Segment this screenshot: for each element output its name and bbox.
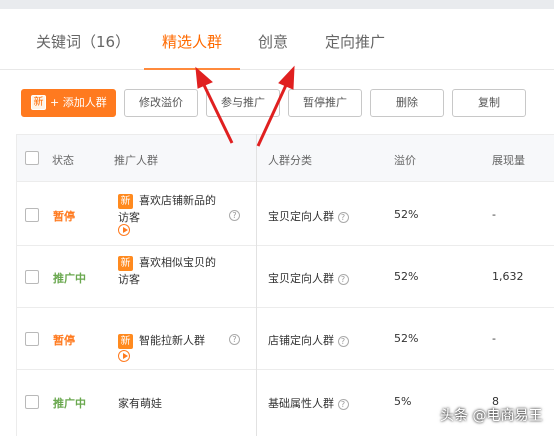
header-premium[interactable]: 溢价	[394, 152, 416, 168]
crowd-name[interactable]: 新喜欢店铺新品的	[118, 192, 216, 209]
premium-value[interactable]: 52%	[394, 208, 418, 221]
crowd-name[interactable]: 家有萌娃	[118, 395, 162, 411]
tab-creative[interactable]: 创意	[258, 31, 288, 52]
add-crowd-button[interactable]: 新 + 添加人群	[21, 89, 116, 117]
copy-button[interactable]: 复制	[452, 89, 526, 117]
help-icon[interactable]: ?	[229, 334, 240, 345]
crowd-name-line2: 访客	[118, 273, 140, 286]
crowd-name-line2: 访客	[118, 211, 140, 224]
crowd-name[interactable]: 新喜欢相似宝贝的	[118, 254, 216, 271]
header-crowd: 推广人群	[114, 154, 158, 167]
crowd-name[interactable]: 新智能拉新人群	[118, 332, 205, 349]
row-checkbox[interactable]	[25, 395, 39, 409]
help-icon[interactable]: ?	[337, 211, 349, 223]
crowd-category: 宝贝定向人群 ?	[268, 208, 349, 224]
premium-value[interactable]: 52%	[394, 270, 418, 283]
select-all-checkbox[interactable]	[25, 151, 39, 165]
row-checkbox[interactable]	[25, 332, 39, 346]
add-crowd-label: + 添加人群	[50, 96, 107, 109]
header-impressions[interactable]: 展现量	[492, 152, 525, 168]
new-tag: 新	[31, 94, 46, 110]
impressions-value: 1,632	[492, 270, 524, 283]
impressions-value: -	[492, 332, 496, 345]
join-promotion-button[interactable]: 参与推广	[206, 89, 280, 117]
new-badge: 新	[118, 255, 133, 271]
modify-premium-button[interactable]: 修改溢价	[124, 89, 198, 117]
crowd-category: 基础属性人群 ?	[268, 395, 349, 411]
column-divider	[256, 134, 257, 436]
help-icon[interactable]: ?	[337, 335, 349, 347]
crowd-category: 宝贝定向人群 ?	[268, 270, 349, 286]
table-header: 状态 推广人群 人群分类 溢价 展现量	[16, 134, 554, 182]
table-row: 推广中 新喜欢相似宝贝的 访客 宝贝定向人群 ? 52% 1,632	[16, 246, 554, 308]
tab-keywords[interactable]: 关键词（16）	[36, 31, 130, 52]
tab-selected-crowds[interactable]: 精选人群	[162, 31, 222, 52]
help-icon[interactable]: ?	[229, 210, 240, 221]
help-icon[interactable]: ?	[337, 273, 349, 285]
tab-bar: 关键词（16） 精选人群 创意 定向推广	[0, 9, 554, 70]
impressions-value: -	[492, 208, 496, 221]
play-icon[interactable]	[118, 224, 130, 236]
help-icon[interactable]: ?	[337, 398, 349, 410]
delete-button[interactable]: 删除	[370, 89, 444, 117]
play-icon[interactable]	[118, 350, 130, 362]
table-left-border	[16, 134, 17, 436]
new-badge: 新	[118, 193, 133, 209]
premium-value[interactable]: 5%	[394, 395, 411, 408]
new-badge: 新	[118, 333, 133, 349]
crowd-category: 店铺定向人群 ?	[268, 332, 349, 348]
status-badge: 暂停	[53, 210, 75, 223]
table-row: 暂停 新喜欢店铺新品的 访客 ? 宝贝定向人群 ? 52% -	[16, 182, 554, 246]
top-band	[0, 0, 554, 9]
active-tab-indicator	[144, 68, 240, 70]
header-status: 状态	[52, 154, 74, 167]
status-badge: 暂停	[53, 334, 75, 347]
status-badge: 推广中	[53, 272, 86, 285]
pause-promotion-button[interactable]: 暂停推广	[288, 89, 362, 117]
row-checkbox[interactable]	[25, 270, 39, 284]
table-row: 暂停 新智能拉新人群 ? 店铺定向人群 ? 52% -	[16, 308, 554, 370]
table-row: 推广中 家有萌娃 基础属性人群 ? 5% 8	[16, 370, 554, 436]
header-category: 人群分类	[268, 154, 312, 167]
row-checkbox[interactable]	[25, 208, 39, 222]
watermark-text: 头条 @电商易王	[440, 408, 543, 424]
premium-value[interactable]: 52%	[394, 332, 418, 345]
tab-targeted-promotion[interactable]: 定向推广	[325, 31, 385, 52]
status-badge: 推广中	[53, 397, 86, 410]
